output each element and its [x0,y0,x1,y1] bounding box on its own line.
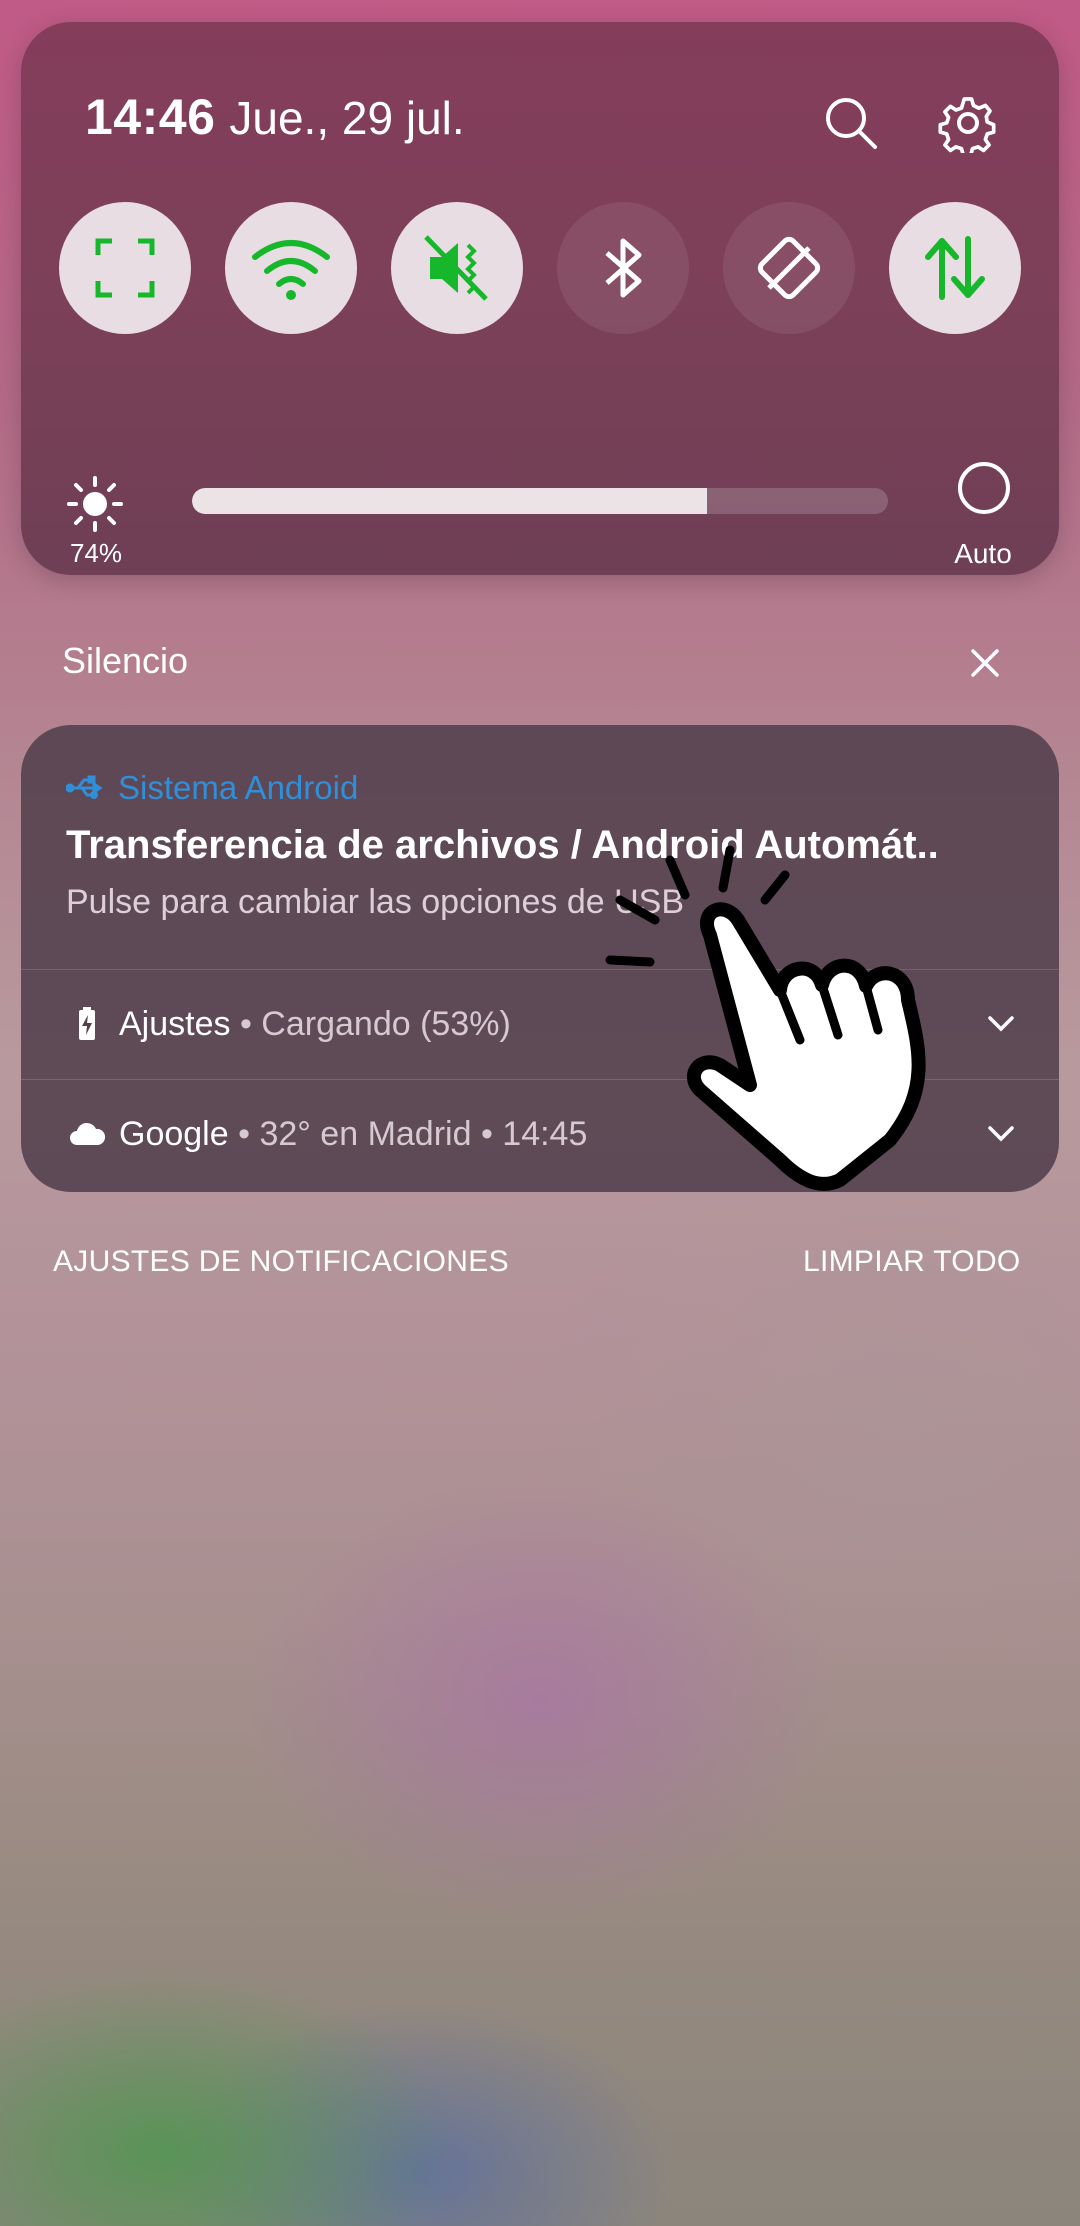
gear-icon[interactable] [933,88,1003,158]
screenshot-capture-icon [95,238,155,298]
auto-brightness-toggle[interactable] [958,462,1010,514]
brightness-slider[interactable] [192,488,888,514]
notification-settings-button[interactable]: AJUSTES DE NOTIFICACIONES [53,1245,509,1279]
usb-icon [66,775,103,799]
quick-settings-panel: 14:46 Jue., 29 jul. 74% Auto [21,22,1059,575]
bluetooth-tile[interactable] [557,202,689,334]
mobile-data-tile[interactable] [889,202,1021,334]
auto-brightness-label: Auto [954,538,1012,569]
screenshot-capture-tile[interactable] [59,202,191,334]
list-item-text: Google • 32° en Madrid • 14:45 [119,1115,587,1154]
notification-app-name: Sistema Android [118,769,359,806]
brightness-slider-fill [192,488,708,514]
close-icon[interactable] [960,638,1010,688]
tap-hand-icon [605,845,926,1191]
wifi-icon [252,240,330,300]
silent-section-label: Silencio [62,640,189,681]
brightness-control: 74% Auto [21,452,1059,572]
search-icon[interactable] [816,88,886,158]
wifi-tile[interactable] [225,202,357,334]
clock-date[interactable]: Jue., 29 jul. [229,91,464,145]
brightness-icon [67,476,123,532]
cloud-icon [67,1114,107,1154]
brightness-percent: 74% [69,538,123,568]
auto-rotate-icon [757,236,821,300]
vibrate-mute-icon [424,235,488,301]
auto-rotate-tile[interactable] [723,202,855,334]
bluetooth-icon [605,238,642,298]
notification-app-header: Sistema Android [66,769,358,807]
list-item-app: Ajustes [119,1004,231,1043]
list-item-app: Google [119,1114,229,1153]
sound-mode-tile[interactable] [391,202,523,334]
clear-all-button[interactable]: LIMPIAR TODO [803,1245,1021,1279]
list-item-detail: • Cargando (53%) [239,1004,511,1043]
list-item-detail: • 32° en Madrid • 14:45 [238,1114,588,1153]
battery-charging-icon [67,1004,107,1044]
quick-tiles [59,202,1021,334]
list-item-text: Ajustes • Cargando (53%) [119,1005,511,1044]
clock-time[interactable]: 14:46 [85,88,215,146]
quick-settings-header: 14:46 Jue., 29 jul. [85,88,465,158]
mobile-data-icon [925,236,985,300]
